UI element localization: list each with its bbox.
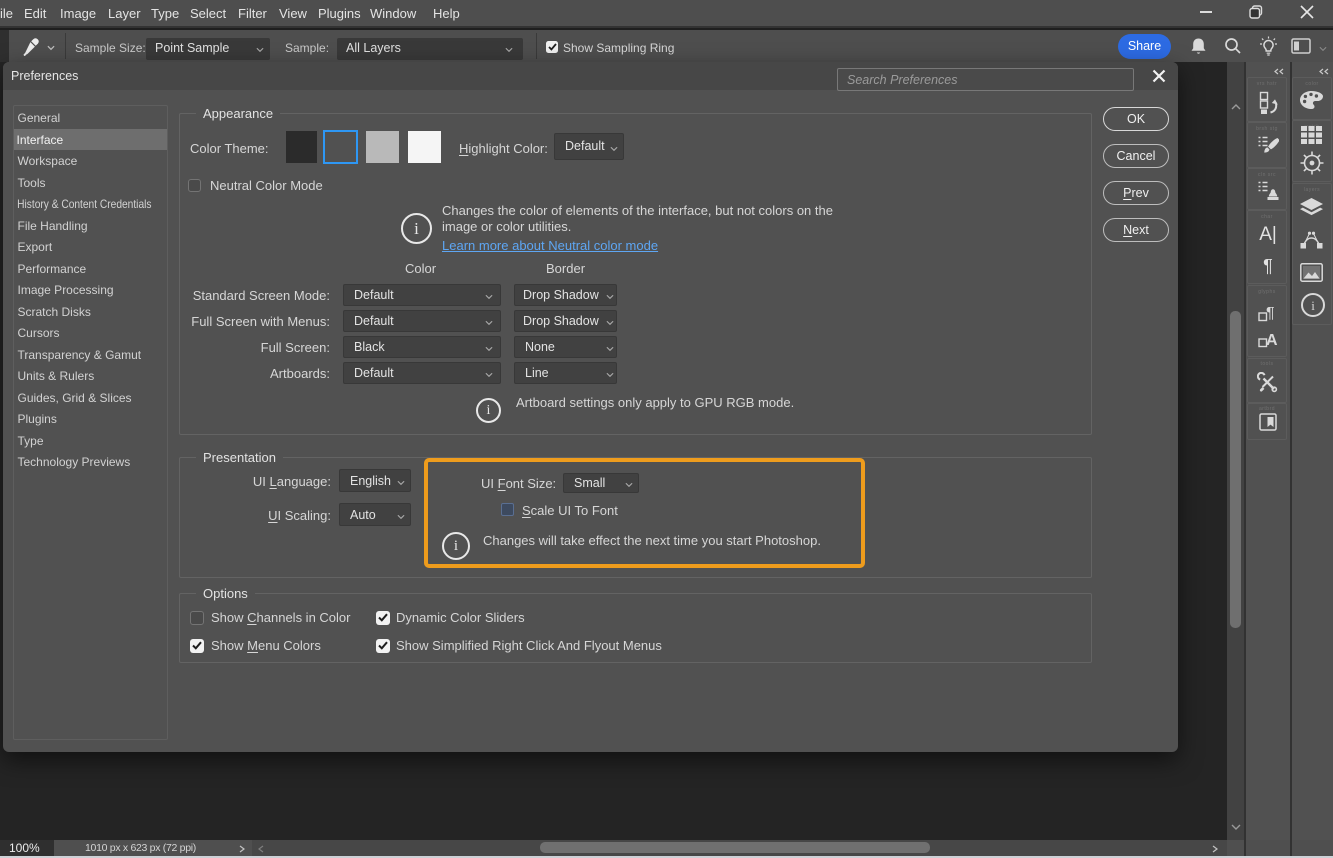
svg-text:¶: ¶ (1266, 305, 1275, 322)
svg-text:A: A (1266, 332, 1278, 349)
